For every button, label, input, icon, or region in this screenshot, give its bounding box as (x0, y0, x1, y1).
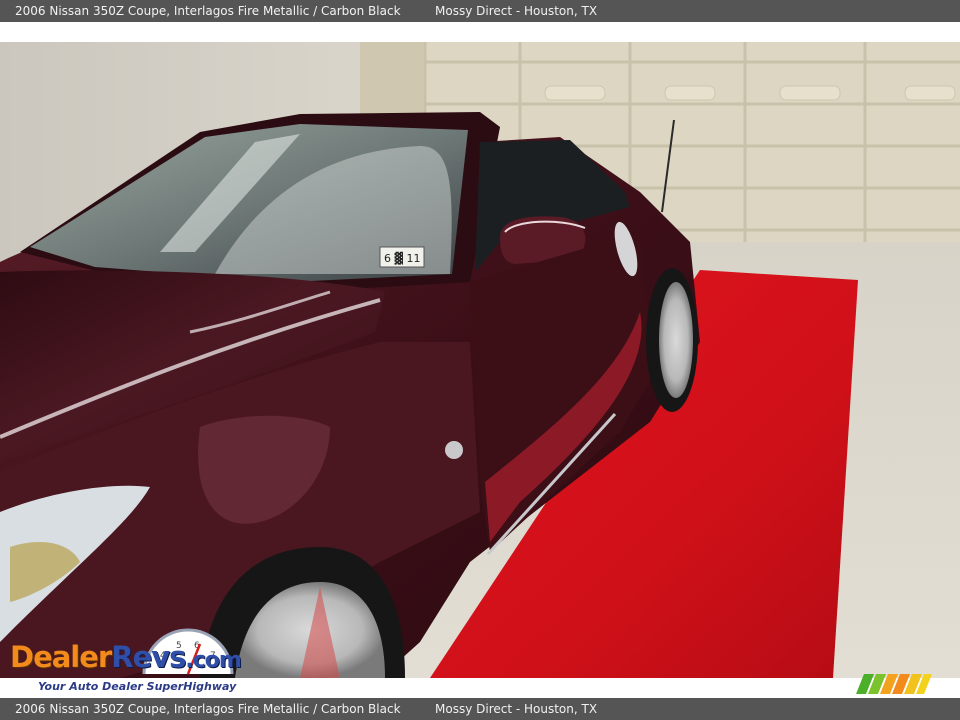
caption-title: 2006 Nissan 350Z Coupe, Interlagos Fire … (15, 702, 401, 716)
logo-tagline: Your Auto Dealer SuperHighway (38, 680, 237, 693)
caption-dealer: Mossy Direct - Houston, TX (435, 4, 598, 18)
plate-sticker: 6 ▓ 11 (384, 251, 420, 265)
car-photo: 6 ▓ 11 (0, 42, 960, 678)
caption-dealer: Mossy Direct - Houston, TX (435, 702, 598, 716)
dealerrevs-logo: DealerRevs.com (10, 640, 242, 674)
brand-stripes-icon (856, 674, 932, 694)
logo-part-b: Revs (111, 640, 186, 674)
logo-part-c: .com (185, 648, 241, 673)
logo-part-a: Dealer (10, 640, 112, 674)
caption-bar-bottom: 2006 Nissan 350Z Coupe, Interlagos Fire … (0, 698, 960, 720)
caption-bar-top: 2006 Nissan 350Z Coupe, Interlagos Fire … (0, 0, 960, 22)
caption-title: 2006 Nissan 350Z Coupe, Interlagos Fire … (15, 4, 401, 18)
